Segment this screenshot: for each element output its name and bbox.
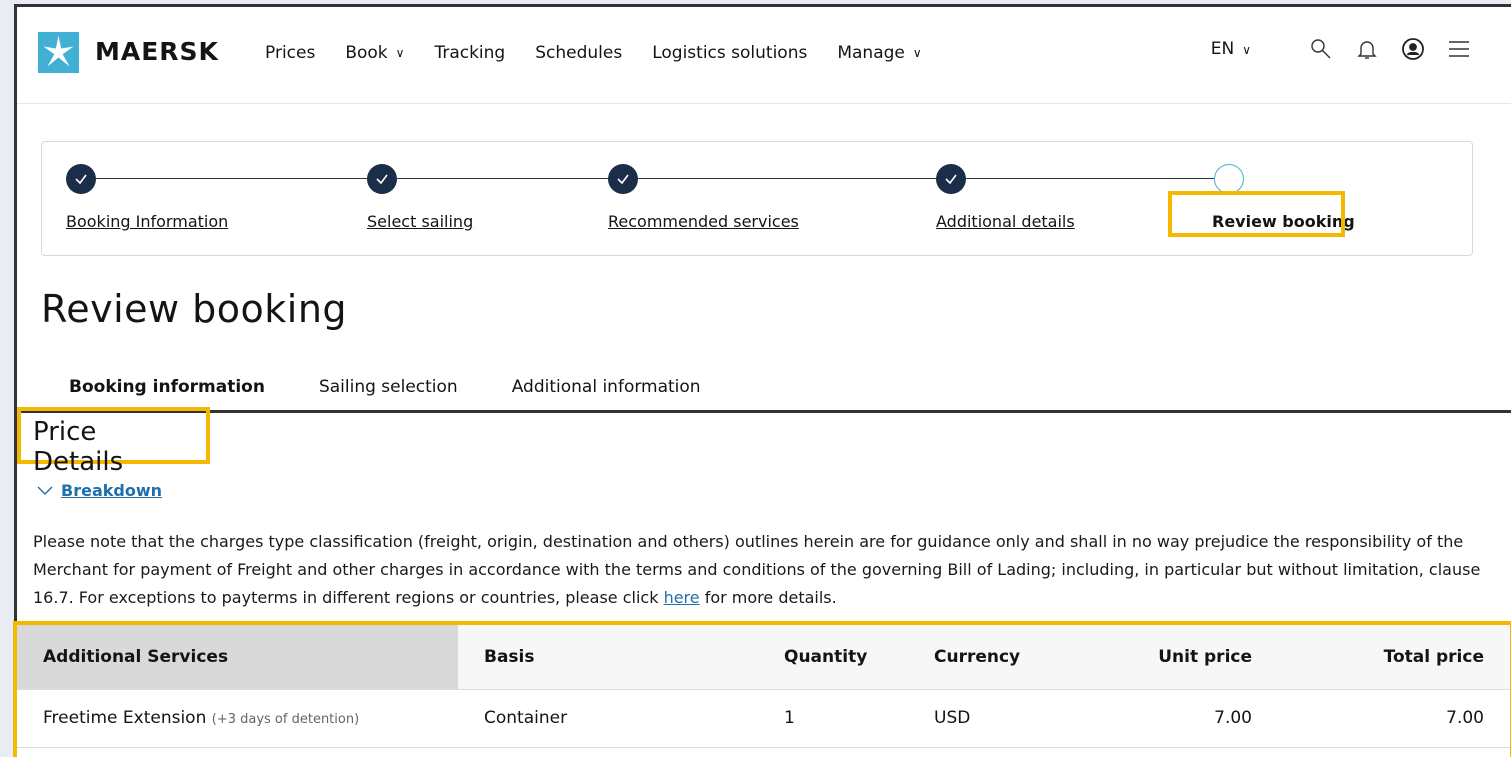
service-name: Freetime Extension [43,708,207,728]
step-booking-information[interactable]: Booking Information [66,212,228,231]
hamburger-menu-icon[interactable] [1447,37,1471,61]
tab-sailing-selection[interactable]: Sailing selection [319,377,458,397]
nav-schedules[interactable]: Schedules [535,43,622,63]
main-nav: Prices Book ∨ Tracking Schedules Logistic… [265,43,952,63]
check-icon [936,164,966,194]
step-select-sailing[interactable]: Select sailing [367,212,473,231]
cell-basis: Container [458,689,758,748]
cell-unit-price: 7.00 [1078,689,1278,748]
user-icon[interactable] [1401,37,1425,61]
review-booking-highlight [1168,191,1345,237]
col-additional-services: Additional Services [17,625,458,690]
col-quantity: Quantity [758,625,908,690]
nav-label: Tracking [434,43,506,63]
breakdown-label: Breakdown [61,481,162,500]
check-icon [608,164,638,194]
disclaimer-tail: for more details. [704,588,837,607]
header-actions: EN ∨ [1211,37,1471,61]
language-label: EN [1210,39,1235,59]
nav-label: Schedules [535,43,623,63]
step-additional-details[interactable]: Additional details [936,212,1075,231]
col-unit-price: Unit price [1078,625,1278,690]
chevron-down-icon: ∨ [1242,43,1251,57]
cell-currency: USD [908,689,1078,748]
step-current-indicator [1214,164,1244,194]
chevron-down-icon: ∨ [912,46,922,60]
check-icon [66,164,96,194]
language-selector[interactable]: EN ∨ [1211,39,1251,59]
payterms-here-link[interactable]: here [664,588,700,607]
table-row: Freetime Extension (+3 days of detention… [17,689,1510,748]
nav-book[interactable]: Book ∨ [345,43,404,63]
maersk-star-logo-icon[interactable] [38,32,79,73]
page-title: Review booking [41,287,348,331]
col-total-price: Total price [1278,625,1510,690]
brand-name[interactable]: MAERSK [95,37,219,66]
step-connector [96,178,367,179]
chevron-down-icon [37,481,53,500]
step-recommended-services[interactable]: Recommended services [608,212,799,231]
charges-disclaimer: Please note that the charges type classi… [33,528,1503,612]
nav-label: Logistics solutions [652,43,808,63]
nav-manage[interactable]: Manage ∨ [837,43,921,63]
bell-icon[interactable] [1355,37,1379,61]
cell-total-price: 7.00 [1278,689,1510,748]
tab-booking-information[interactable]: Booking information [69,377,265,397]
table-header-row: Additional Services Basis Quantity Curre… [17,625,1510,690]
price-details-title: Price Details [33,417,124,477]
additional-services-table-highlight: Additional Services Basis Quantity Curre… [13,621,1511,757]
additional-services-table: Additional Services Basis Quantity Curre… [17,625,1510,748]
cell-service: Freetime Extension (+3 days of detention… [17,689,458,748]
service-note: (+3 days of detention) [211,712,360,727]
check-icon [367,164,397,194]
breakdown-toggle[interactable]: Breakdown [37,481,162,500]
price-details-panel: Price Details Breakdown Please note that… [13,407,1511,757]
nav-tracking[interactable]: Tracking [434,43,505,63]
search-icon[interactable] [1309,37,1333,61]
nav-prices[interactable]: Prices [265,43,315,63]
nav-label: Book [345,43,388,63]
col-basis: Basis [458,625,758,690]
step-connector [966,178,1214,179]
cell-quantity: 1 [758,689,908,748]
col-currency: Currency [908,625,1078,690]
tab-additional-information[interactable]: Additional information [512,377,701,397]
nav-label: Manage [837,43,905,63]
price-details-highlight: Price Details [17,407,210,477]
step-connector [638,178,936,179]
site-header: MAERSK Prices Book ∨ Tracking Schedules L… [17,7,1511,104]
nav-label: Prices [265,43,316,63]
nav-logistics-solutions[interactable]: Logistics solutions [652,43,807,63]
review-tabs: Booking information Sailing selection Ad… [69,377,755,397]
step-connector [397,178,608,179]
chevron-down-icon: ∨ [395,46,405,60]
